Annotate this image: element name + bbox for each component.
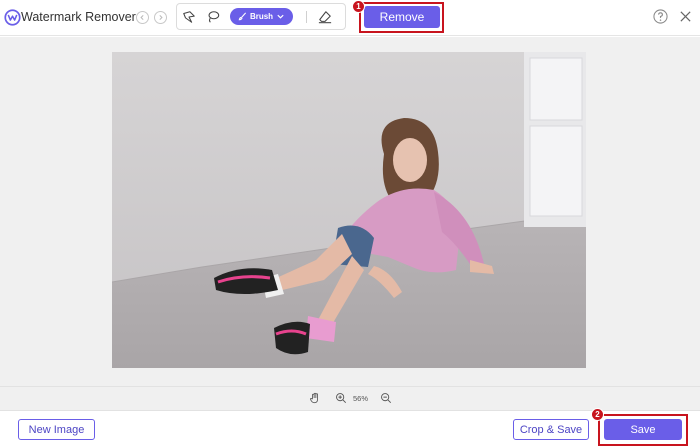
watermark-logo-icon — [4, 9, 21, 26]
toolbar-divider — [306, 11, 307, 23]
selection-toolbar: Brush — [176, 3, 346, 30]
zoom-out-icon[interactable] — [380, 392, 392, 404]
chevron-down-icon — [277, 14, 284, 19]
help-icon[interactable] — [653, 9, 668, 24]
step-marker-2: 2 — [591, 408, 604, 421]
redo-icon — [159, 15, 163, 20]
hand-pan-icon[interactable] — [309, 392, 321, 404]
lasso-icon[interactable] — [206, 10, 220, 24]
brush-label: Brush — [249, 12, 274, 21]
eraser-icon[interactable] — [318, 10, 332, 24]
title-bar: Watermark Remover Brush Remove 1 — [0, 0, 700, 36]
zoom-in-icon[interactable] — [335, 392, 347, 404]
app-title: Watermark Remover — [21, 10, 136, 24]
redo-button[interactable] — [154, 11, 167, 24]
image-canvas[interactable] — [0, 37, 700, 386]
undo-icon — [140, 15, 144, 20]
crop-and-save-button[interactable]: Crop & Save — [513, 419, 589, 440]
footer-bar: New Image Crop & Save Save 2 — [0, 408, 700, 448]
step-marker-1: 1 — [352, 0, 365, 13]
zoom-level: 56% — [353, 394, 369, 403]
zoom-bar: 56% — [0, 386, 700, 410]
brush-tool-button[interactable]: Brush — [230, 8, 293, 25]
new-image-button[interactable]: New Image — [18, 419, 95, 440]
remove-button[interactable]: Remove — [364, 6, 440, 28]
photo-girl-sitting-on-floor — [112, 52, 586, 368]
undo-button[interactable] — [136, 11, 149, 24]
save-button[interactable]: Save — [604, 419, 682, 440]
brush-icon — [238, 12, 246, 21]
polygonal-lasso-icon[interactable] — [182, 10, 196, 24]
close-icon[interactable] — [679, 10, 692, 23]
